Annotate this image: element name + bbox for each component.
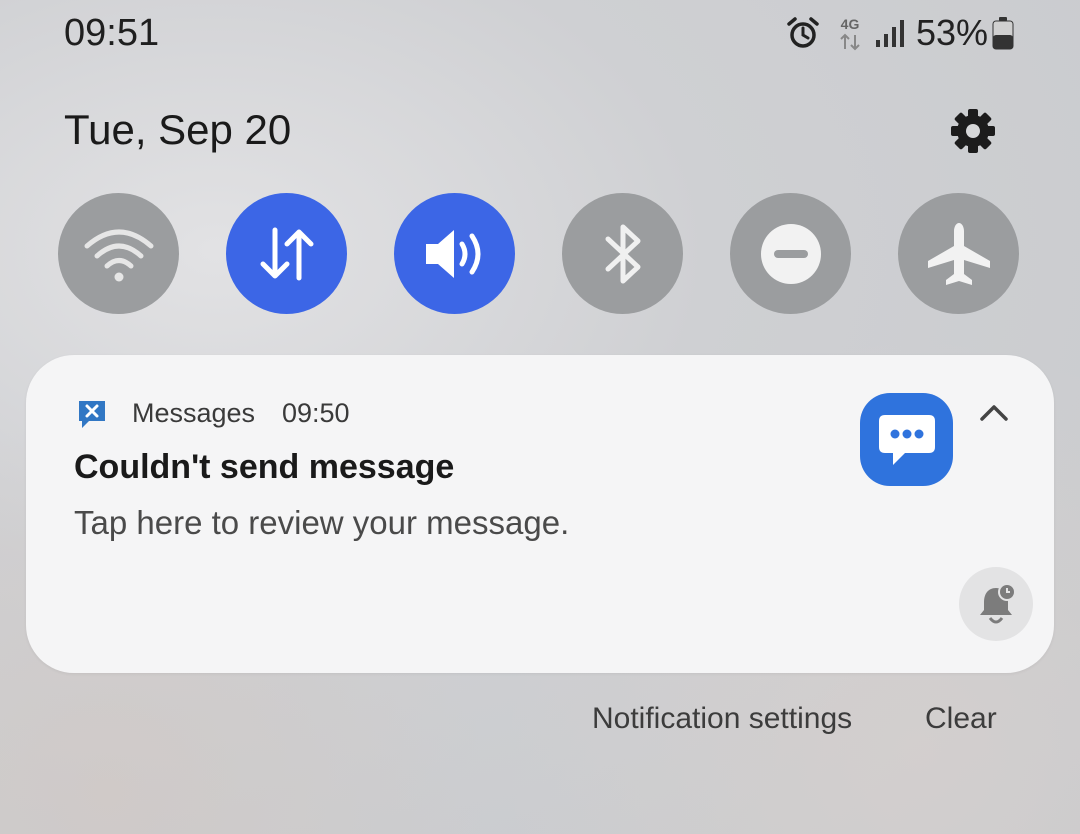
wifi-icon [84, 229, 153, 281]
airplane-mode-toggle[interactable] [898, 193, 1019, 314]
sound-toggle[interactable] [394, 193, 515, 314]
volume-icon [425, 229, 480, 278]
message-error-icon [79, 401, 105, 428]
quick-settings-row [58, 193, 1020, 314]
notification-app-name: Messages [132, 398, 256, 428]
snooze-bell-icon [980, 583, 1016, 624]
notification-body: Tap here to review your message. [74, 504, 570, 541]
signal-strength-icon [875, 20, 904, 47]
notification-settings-button[interactable]: Notification settings [592, 702, 852, 736]
snooze-button[interactable] [959, 567, 1033, 641]
messages-app-icon [860, 393, 953, 486]
airplane-icon [927, 222, 990, 285]
wifi-toggle[interactable] [58, 193, 179, 314]
chevron-up-icon[interactable] [976, 395, 1012, 431]
data-transfer-icon [260, 227, 313, 280]
notification-card[interactable]: Messages 09:50 Couldn't send message Tap… [26, 355, 1054, 673]
mobile-data-toggle[interactable] [226, 193, 347, 314]
alarm-icon [787, 17, 819, 48]
battery-percent: 53% [915, 12, 988, 53]
date-label: Tue, Sep 20 [64, 106, 292, 153]
do-not-disturb-toggle[interactable] [730, 193, 851, 314]
do-not-disturb-icon [760, 223, 821, 284]
chat-bubble-icon [878, 414, 935, 465]
network-type-label: 4G [841, 16, 860, 32]
status-bar: 09:51 4G 53% [0, 0, 1080, 70]
status-icons: 4G 53% [786, 10, 1014, 56]
bluetooth-toggle[interactable] [562, 193, 683, 314]
clear-button[interactable]: Clear [925, 702, 997, 736]
bluetooth-icon [605, 224, 640, 283]
notification-time: 09:50 [282, 398, 350, 428]
network-4g-icon: 4G [840, 16, 860, 51]
notification-title: Couldn't send message [74, 448, 455, 486]
status-time: 09:51 [64, 12, 160, 54]
battery-icon [992, 17, 1014, 50]
gear-icon[interactable] [948, 106, 998, 156]
